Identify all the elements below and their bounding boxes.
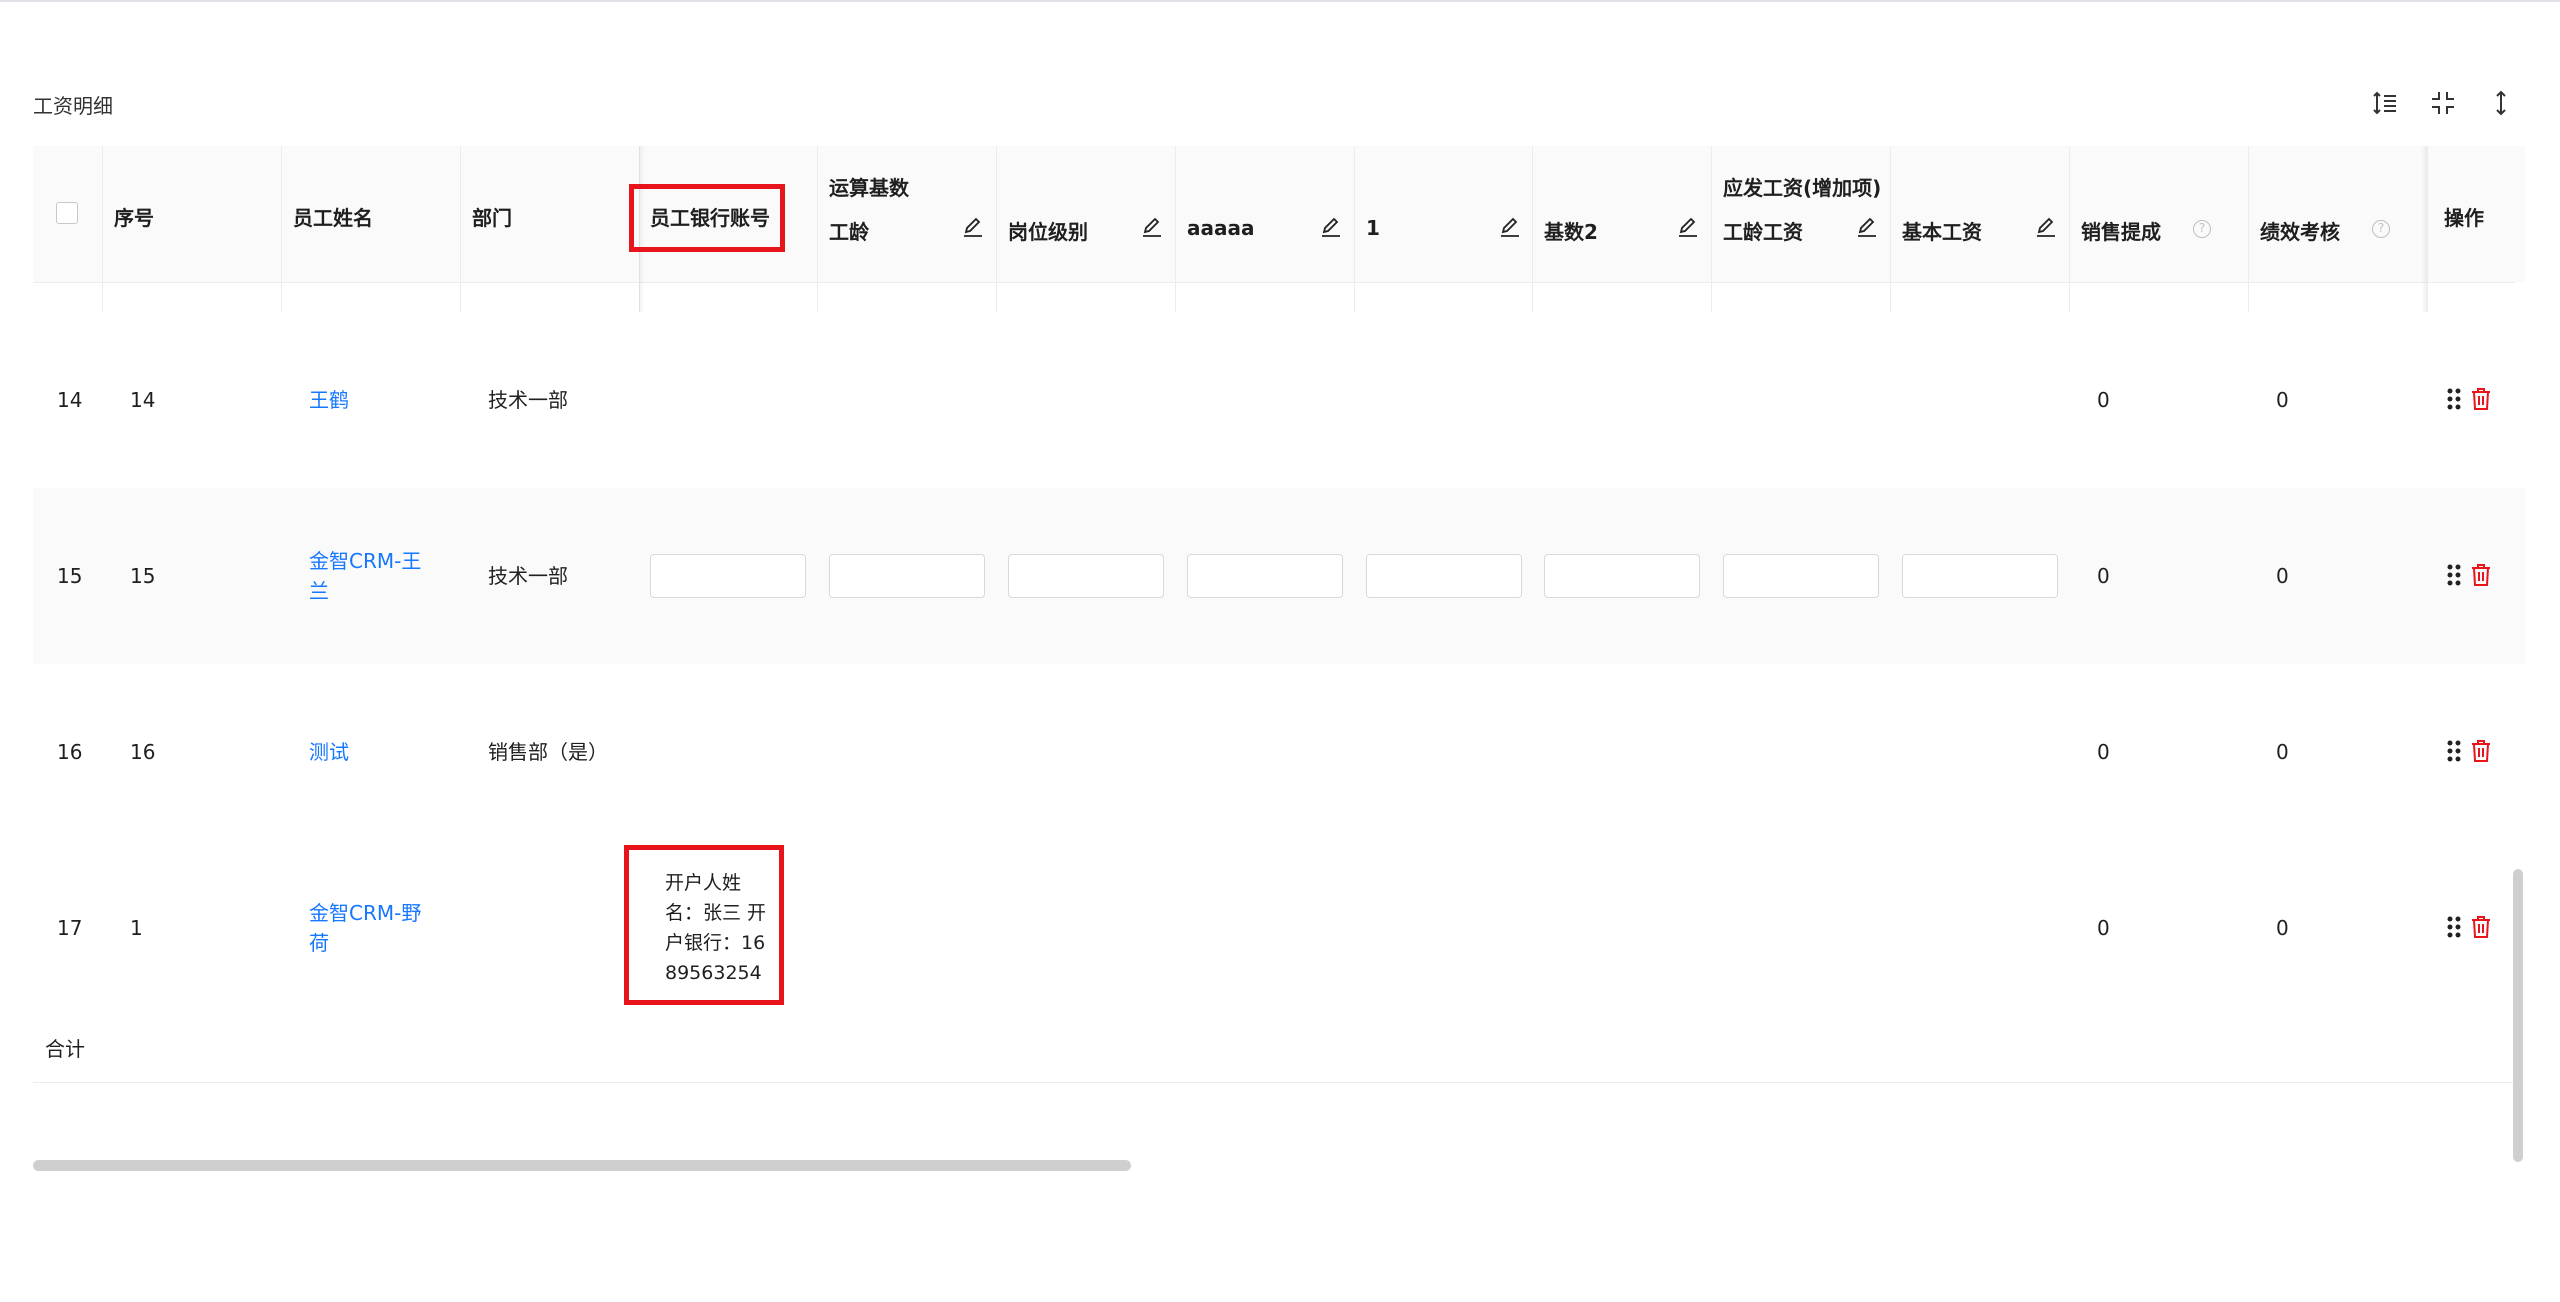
total-label: 合计: [45, 1037, 85, 1061]
edit-icon[interactable]: [1677, 216, 1699, 238]
jbgz-input[interactable]: [1902, 554, 2058, 598]
row-divider: [33, 1082, 2515, 1083]
total-row: 合计: [33, 1016, 2525, 1082]
gongling-input[interactable]: [829, 554, 985, 598]
table-row: 17 1 金智CRM-野荷 开户人姓名：张三 开户银行：1689563254 0…: [33, 840, 2525, 1016]
row-dept: 技术一部: [488, 388, 568, 412]
row-index: 14: [57, 388, 83, 412]
top-border: [0, 0, 2560, 2]
select-all-checkbox[interactable]: [56, 202, 78, 224]
highlight-box: [629, 184, 785, 252]
header-seq: 序号: [114, 206, 154, 230]
header-xstc: 销售提成: [2081, 220, 2161, 244]
row-index: 16: [57, 740, 83, 764]
row-index: 17: [57, 916, 83, 940]
row-jxkh: 0: [2276, 740, 2289, 764]
row-dept: 技术一部: [488, 564, 568, 588]
edit-icon[interactable]: [1141, 216, 1163, 238]
drag-handle-icon[interactable]: [2447, 740, 2461, 762]
horizontal-scrollbar[interactable]: [33, 1160, 1131, 1171]
edit-icon[interactable]: [962, 216, 984, 238]
header-jbgz: 基本工资: [1902, 220, 1982, 244]
vertical-scrollbar[interactable]: [2513, 869, 2523, 1162]
table-row: 15 15 金智CRM-王兰 技术一部 0 0: [33, 488, 2525, 664]
edit-icon[interactable]: [1856, 216, 1878, 238]
drag-handle-icon[interactable]: [2447, 388, 2461, 410]
row-seq: 15: [130, 564, 156, 588]
bank-account-input[interactable]: [650, 554, 806, 598]
row-xstc: 0: [2097, 388, 2110, 412]
header-gongling: 工龄: [829, 220, 869, 244]
column-height-icon[interactable]: [2484, 86, 2518, 120]
row-xstc: 0: [2097, 916, 2110, 940]
help-icon[interactable]: ?: [2193, 220, 2211, 238]
row-divider: [33, 282, 2515, 283]
header-dept: 部门: [472, 206, 512, 230]
employee-name-link[interactable]: 王鹤: [309, 385, 349, 415]
drag-handle-icon[interactable]: [2447, 564, 2461, 586]
delete-icon[interactable]: [2471, 564, 2491, 586]
row-dept: 销售部（是）: [488, 740, 608, 764]
header-jxkh: 绩效考核: [2260, 220, 2340, 244]
header-one: 1: [1366, 216, 1380, 240]
employee-name-link[interactable]: 金智CRM-野荷: [309, 898, 429, 958]
row-jxkh: 0: [2276, 916, 2289, 940]
employee-name-link[interactable]: 金智CRM-王兰: [309, 546, 429, 606]
header-group-pay: 应发工资(增加项): [1723, 176, 1882, 200]
highlight-box: [624, 845, 784, 1005]
glgz-input[interactable]: [1723, 554, 1879, 598]
header-glgz: 工龄工资: [1723, 220, 1803, 244]
edit-icon[interactable]: [1499, 216, 1521, 238]
header-name: 员工姓名: [293, 206, 373, 230]
row-jxkh: 0: [2276, 564, 2289, 588]
delete-icon[interactable]: [2471, 740, 2491, 762]
table-toolbar: [2368, 86, 2518, 120]
header-aaaaa: aaaaa: [1187, 216, 1255, 240]
row-seq: 16: [130, 740, 156, 764]
row-index: 15: [57, 564, 83, 588]
row-xstc: 0: [2097, 564, 2110, 588]
table-row: 16 16 测试 销售部（是） 0 0: [33, 664, 2525, 840]
salary-table: 序号 员工姓名 部门 员工银行账号 运算基数 工龄 岗位级别 aaaaa 1 基…: [33, 146, 2525, 1176]
header-ops: 操作: [2444, 206, 2484, 230]
gangwei-input[interactable]: [1008, 554, 1164, 598]
compress-icon[interactable]: [2426, 86, 2460, 120]
drag-handle-icon[interactable]: [2447, 916, 2461, 938]
delete-icon[interactable]: [2471, 388, 2491, 410]
help-icon[interactable]: ?: [2372, 220, 2390, 238]
one-input[interactable]: [1366, 554, 1522, 598]
header-gangwei: 岗位级别: [1008, 220, 1088, 244]
section-title: 工资明细: [33, 94, 113, 118]
table-row: 14 14 王鹤 技术一部 0 0: [33, 312, 2525, 488]
edit-icon[interactable]: [2035, 216, 2057, 238]
table-header: 序号 员工姓名 部门 员工银行账号 运算基数 工龄 岗位级别 aaaaa 1 基…: [33, 146, 2525, 282]
employee-name-link[interactable]: 测试: [309, 737, 349, 767]
row-xstc: 0: [2097, 740, 2110, 764]
row-jxkh: 0: [2276, 388, 2289, 412]
delete-icon[interactable]: [2471, 916, 2491, 938]
row-seq: 14: [130, 388, 156, 412]
header-group-base: 运算基数: [829, 176, 909, 200]
edit-icon[interactable]: [1320, 216, 1342, 238]
aaaaa-input[interactable]: [1187, 554, 1343, 598]
jishu2-input[interactable]: [1544, 554, 1700, 598]
line-height-icon[interactable]: [2368, 86, 2402, 120]
row-seq: 1: [130, 916, 143, 940]
header-jishu2: 基数2: [1544, 220, 1598, 244]
